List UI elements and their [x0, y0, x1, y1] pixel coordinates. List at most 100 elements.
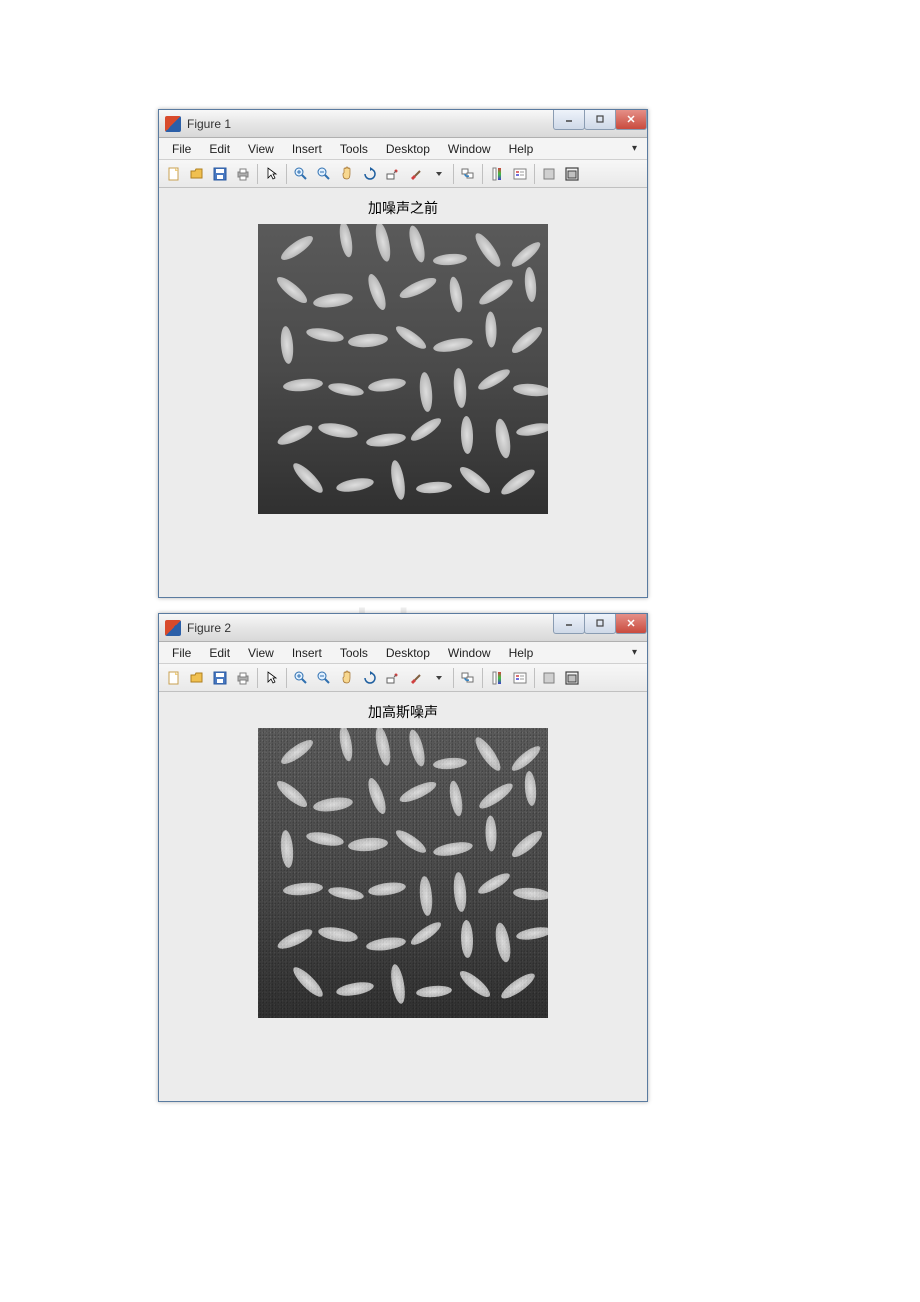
toolbar	[159, 664, 647, 692]
rice-grain	[348, 332, 389, 348]
maximize-button[interactable]	[584, 614, 616, 634]
menu-window[interactable]: Window	[439, 140, 500, 158]
titlebar[interactable]: Figure 1	[159, 110, 647, 138]
menu-tools[interactable]: Tools	[331, 644, 377, 662]
rice-grain	[452, 872, 467, 913]
rice-grain	[327, 381, 364, 398]
hide-plot-icon[interactable]	[538, 163, 560, 185]
displayed-image	[258, 224, 548, 514]
print-icon[interactable]	[232, 163, 254, 185]
rice-grain	[447, 780, 464, 817]
titlebar[interactable]: Figure 2	[159, 614, 647, 642]
dropdown-arrow-icon[interactable]	[428, 667, 450, 689]
new-file-icon[interactable]	[163, 667, 185, 689]
zoom-out-icon[interactable]	[313, 667, 335, 689]
toolbar-separator	[286, 164, 287, 184]
pointer-icon[interactable]	[261, 163, 283, 185]
rice-grain	[408, 415, 444, 445]
rice-grain	[509, 743, 544, 775]
save-icon[interactable]	[209, 163, 231, 185]
toolbar	[159, 160, 647, 188]
zoom-out-icon[interactable]	[313, 163, 335, 185]
link-icon[interactable]	[457, 163, 479, 185]
new-file-icon[interactable]	[163, 163, 185, 185]
pan-icon[interactable]	[336, 163, 358, 185]
rice-grain	[418, 372, 433, 413]
menu-tools[interactable]: Tools	[331, 140, 377, 158]
legend-icon[interactable]	[509, 667, 531, 689]
menu-insert[interactable]: Insert	[283, 140, 331, 158]
print-icon[interactable]	[232, 667, 254, 689]
dropdown-arrow-icon[interactable]	[428, 163, 450, 185]
figure-window-1: Figure 1 FileEditViewInsertToolsDesktopW…	[158, 109, 648, 598]
figure-window-2: Figure 2 FileEditViewInsertToolsDesktopW…	[158, 613, 648, 1102]
maximize-button[interactable]	[584, 110, 616, 130]
menu-window[interactable]: Window	[439, 644, 500, 662]
rice-grain	[523, 771, 537, 807]
rice-grain	[365, 935, 406, 952]
brush-icon[interactable]	[405, 667, 427, 689]
rice-grain	[513, 886, 548, 901]
rice-grain	[274, 273, 311, 307]
pointer-icon[interactable]	[261, 667, 283, 689]
pan-icon[interactable]	[336, 667, 358, 689]
data-cursor-icon[interactable]	[382, 667, 404, 689]
menu-view[interactable]: View	[239, 140, 283, 158]
menu-file[interactable]: File	[163, 140, 200, 158]
menu-edit[interactable]: Edit	[200, 140, 239, 158]
menu-desktop[interactable]: Desktop	[377, 140, 439, 158]
toolbar-separator	[453, 668, 454, 688]
rice-grain	[365, 776, 389, 816]
rice-grain	[393, 827, 429, 857]
hide-plot-icon[interactable]	[538, 667, 560, 689]
toolbar-overflow-icon[interactable]: ▾	[626, 143, 643, 154]
rice-grain	[290, 964, 327, 1001]
rice-grain	[317, 421, 359, 441]
toolbar-separator	[257, 164, 258, 184]
minimize-button[interactable]	[553, 110, 585, 130]
menu-edit[interactable]: Edit	[200, 644, 239, 662]
rice-grain	[416, 480, 453, 494]
dock-icon[interactable]	[561, 163, 583, 185]
menu-desktop[interactable]: Desktop	[377, 644, 439, 662]
rice-grain	[389, 459, 408, 500]
brush-icon[interactable]	[405, 163, 427, 185]
menu-help[interactable]: Help	[500, 644, 543, 662]
colorbar-icon[interactable]	[486, 163, 508, 185]
rotate-icon[interactable]	[359, 667, 381, 689]
menu-insert[interactable]: Insert	[283, 644, 331, 662]
link-icon[interactable]	[457, 667, 479, 689]
toolbar-overflow-icon[interactable]: ▾	[626, 647, 643, 658]
rice-grain	[457, 967, 494, 1001]
menu-file[interactable]: File	[163, 644, 200, 662]
open-file-icon[interactable]	[186, 667, 208, 689]
rice-grain	[327, 885, 364, 902]
close-button[interactable]	[615, 110, 647, 130]
dock-icon[interactable]	[561, 667, 583, 689]
close-button[interactable]	[615, 614, 647, 634]
rotate-icon[interactable]	[359, 163, 381, 185]
rice-grain	[279, 830, 294, 869]
colorbar-icon[interactable]	[486, 667, 508, 689]
zoom-in-icon[interactable]	[290, 163, 312, 185]
minimize-button[interactable]	[553, 614, 585, 634]
rice-grain	[432, 336, 473, 355]
zoom-in-icon[interactable]	[290, 667, 312, 689]
rice-grain	[367, 880, 406, 897]
rice-grain	[305, 326, 345, 344]
legend-icon[interactable]	[509, 163, 531, 185]
menubar: FileEditViewInsertToolsDesktopWindowHelp…	[159, 642, 647, 664]
rice-grain	[406, 728, 427, 768]
data-cursor-icon[interactable]	[382, 163, 404, 185]
plot-title: 加噪声之前	[368, 198, 438, 218]
rice-grain	[337, 728, 354, 762]
rice-grain	[433, 757, 468, 771]
rice-grain	[493, 922, 513, 964]
rice-grain	[278, 232, 316, 264]
menu-view[interactable]: View	[239, 644, 283, 662]
open-file-icon[interactable]	[186, 163, 208, 185]
toolbar-separator	[534, 164, 535, 184]
rice-grain	[278, 736, 316, 768]
menu-help[interactable]: Help	[500, 140, 543, 158]
save-icon[interactable]	[209, 667, 231, 689]
